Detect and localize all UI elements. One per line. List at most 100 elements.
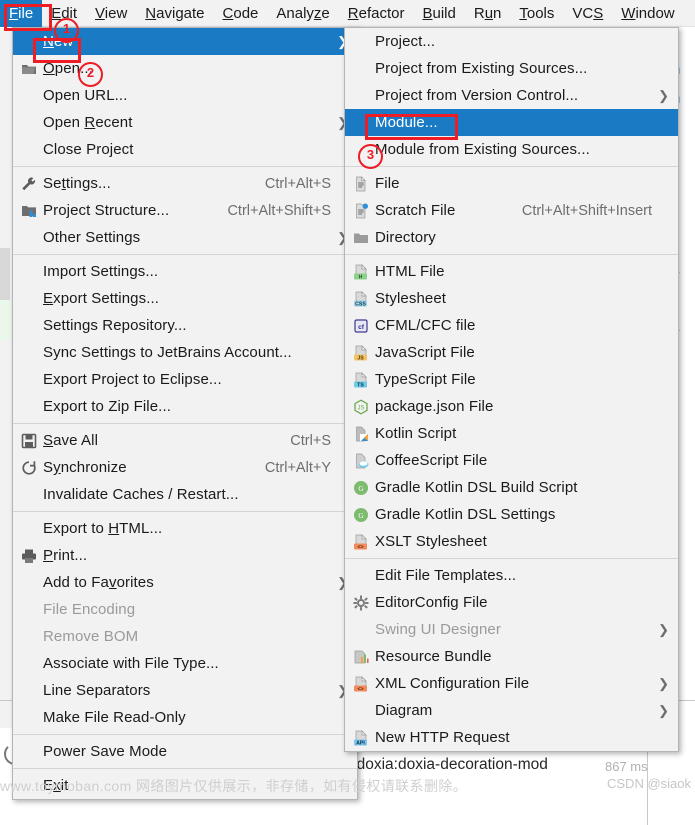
- menu-item-other-settings[interactable]: Other Settings ❯: [13, 224, 357, 251]
- file-menu-popup[interactable]: New ❯ Open... Open URL... Open Recent ❯ Close …: [12, 27, 358, 800]
- nodejs-icon: JS: [349, 397, 373, 417]
- menu-item-label: Export Project to Eclipse...: [43, 371, 222, 388]
- menu-item-print[interactable]: Print...: [13, 542, 357, 569]
- menu-item-exit[interactable]: Exit: [13, 772, 357, 799]
- new-submenu-popup[interactable]: Project... Project from Existing Sources.…: [344, 27, 679, 752]
- no-icon: [349, 620, 373, 640]
- no-icon: [17, 654, 41, 674]
- no-icon: [17, 600, 41, 620]
- menubar-item-build[interactable]: Build: [413, 0, 464, 27]
- menu-item-shortcut: Ctrl+Alt+Y: [264, 459, 331, 476]
- no-icon: [17, 289, 41, 309]
- svg-text:cf: cf: [358, 324, 365, 331]
- menu-item-gradle-kotlin-dsl-build-script[interactable]: G Gradle Kotlin DSL Build Script: [345, 474, 678, 501]
- menu-item-typescript-file[interactable]: TS TypeScript File: [345, 366, 678, 393]
- menu-item-gradle-kotlin-dsl-settings[interactable]: G Gradle Kotlin DSL Settings: [345, 501, 678, 528]
- menu-item-shortcut: Ctrl+Alt+Shift+Insert: [521, 202, 652, 219]
- menu-item-settings-repository[interactable]: Settings Repository...: [13, 312, 357, 339]
- menu-item-invalidate-caches-restart[interactable]: Invalidate Caches / Restart...: [13, 481, 357, 508]
- menu-item-project-from-version-control[interactable]: Project from Version Control... ❯: [345, 82, 678, 109]
- menu-item-diagram[interactable]: Diagram ❯: [345, 697, 678, 724]
- menu-item-label: package.json File: [375, 398, 494, 415]
- ts-file-icon: TS: [349, 370, 373, 390]
- menubar-item-code[interactable]: Code: [214, 0, 268, 27]
- menubar-item-analyze[interactable]: Analyze: [267, 0, 338, 27]
- menu-item-open[interactable]: Open...: [13, 55, 357, 82]
- menu-item-stylesheet[interactable]: CSS Stylesheet: [345, 285, 678, 312]
- menu-item-label: Module from Existing Sources...: [375, 141, 590, 158]
- menu-item-new-http-request[interactable]: API New HTTP Request: [345, 724, 678, 751]
- menu-item-label: Close Project: [43, 141, 134, 158]
- menubar-item-run[interactable]: Run: [465, 0, 511, 27]
- menu-item-kotlin-script[interactable]: Kotlin Script: [345, 420, 678, 447]
- menu-item-edit-file-templates[interactable]: Edit File Templates...: [345, 562, 678, 589]
- menu-item-close-project[interactable]: Close Project: [13, 136, 357, 163]
- menu-item-associate-with-file-type[interactable]: Associate with File Type...: [13, 650, 357, 677]
- menu-item-label: Associate with File Type...: [43, 655, 219, 672]
- no-icon: [17, 519, 41, 539]
- printer-icon: [17, 546, 41, 566]
- menu-item-new[interactable]: New ❯: [13, 28, 357, 55]
- menubar-item-file[interactable]: File: [0, 0, 43, 27]
- no-icon: [17, 86, 41, 106]
- menu-item-module[interactable]: Module...: [345, 109, 678, 136]
- menu-item-add-to-favorites[interactable]: Add to Favorites ❯: [13, 569, 357, 596]
- menu-item-directory[interactable]: Directory: [345, 224, 678, 251]
- menubar-item-window[interactable]: Window: [612, 0, 683, 27]
- menubar-item-navigate[interactable]: Navigate: [136, 0, 213, 27]
- folder-icon: [349, 228, 373, 248]
- menu-item-project-structure[interactable]: Project Structure... Ctrl+Alt+Shift+S: [13, 197, 357, 224]
- menu-item-label: Resource Bundle: [375, 648, 492, 665]
- menubar-item-view[interactable]: View: [86, 0, 136, 27]
- menu-item-import-settings[interactable]: Import Settings...: [13, 258, 357, 285]
- menu-item-file[interactable]: File: [345, 170, 678, 197]
- menu-item-open-url[interactable]: Open URL...: [13, 82, 357, 109]
- menu-item-line-separators[interactable]: Line Separators ❯: [13, 677, 357, 704]
- refresh-icon: [17, 458, 41, 478]
- menu-item-export-to-zip-file[interactable]: Export to Zip File...: [13, 393, 357, 420]
- menu-separator: [13, 166, 357, 167]
- menu-item-label: XML Configuration File: [375, 675, 530, 692]
- menu-item-project-from-existing-sources[interactable]: Project from Existing Sources...: [345, 55, 678, 82]
- menu-item-export-settings[interactable]: Export Settings...: [13, 285, 357, 312]
- menu-item-make-file-read-only[interactable]: Make File Read-Only: [13, 704, 357, 731]
- css-file-icon: CSS: [349, 289, 373, 309]
- menu-item-label: Gradle Kotlin DSL Settings: [375, 506, 556, 523]
- menu-item-synchronize[interactable]: Synchronize Ctrl+Alt+Y: [13, 454, 357, 481]
- menubar-item-refactor[interactable]: Refactor: [339, 0, 414, 27]
- menu-item-open-recent[interactable]: Open Recent ❯: [13, 109, 357, 136]
- menu-item-scratch-file[interactable]: Scratch File Ctrl+Alt+Shift+Insert: [345, 197, 678, 224]
- menu-item-module-from-existing-sources[interactable]: Module from Existing Sources...: [345, 136, 678, 163]
- menu-item-cfml-cfc-file[interactable]: cf CFML/CFC file: [345, 312, 678, 339]
- menu-item-package-json-file[interactable]: JS package.json File: [345, 393, 678, 420]
- menu-item-project[interactable]: Project...: [345, 28, 678, 55]
- menu-item-export-to-html[interactable]: Export to HTML...: [13, 515, 357, 542]
- left-scroll-thumb[interactable]: [0, 248, 10, 300]
- menu-item-export-project-to-eclipse[interactable]: Export Project to Eclipse...: [13, 366, 357, 393]
- menu-item-xml-configuration-file[interactable]: <> XML Configuration File ❯: [345, 670, 678, 697]
- menu-item-xslt-stylesheet[interactable]: <> XSLT Stylesheet: [345, 528, 678, 555]
- svg-text:TS: TS: [357, 382, 364, 388]
- menu-item-settings[interactable]: Settings... Ctrl+Alt+S: [13, 170, 357, 197]
- menu-item-editorconfig-file[interactable]: EditorConfig File: [345, 589, 678, 616]
- svg-text:G: G: [358, 484, 364, 493]
- menu-item-javascript-file[interactable]: JS JavaScript File: [345, 339, 678, 366]
- menubar-item-edit[interactable]: Edit: [42, 0, 86, 27]
- main-menubar[interactable]: File Edit View Navigate Code Analyze Refactor B…: [0, 0, 695, 27]
- menu-item-sync-settings-to-jetbrains-account[interactable]: Sync Settings to JetBrains Account...: [13, 339, 357, 366]
- no-icon: [349, 86, 373, 106]
- menu-item-html-file[interactable]: H HTML File: [345, 258, 678, 285]
- menu-item-label: Project from Version Control...: [375, 87, 579, 104]
- coffeescript-file-icon: [349, 451, 373, 471]
- menu-item-label: Diagram: [375, 702, 433, 719]
- menu-item-save-all[interactable]: Save All Ctrl+S: [13, 427, 357, 454]
- svg-text:H: H: [359, 274, 363, 280]
- gradle-icon: G: [349, 478, 373, 498]
- menu-item-power-save-mode[interactable]: Power Save Mode: [13, 738, 357, 765]
- menubar-item-vcs[interactable]: VCS: [563, 0, 612, 27]
- menu-item-resource-bundle[interactable]: Resource Bundle: [345, 643, 678, 670]
- menubar-item-tools[interactable]: Tools: [510, 0, 563, 27]
- menu-item-coffeescript-file[interactable]: CoffeeScript File: [345, 447, 678, 474]
- svg-text:API: API: [356, 740, 365, 746]
- submenu-chevron-icon: ❯: [658, 88, 669, 103]
